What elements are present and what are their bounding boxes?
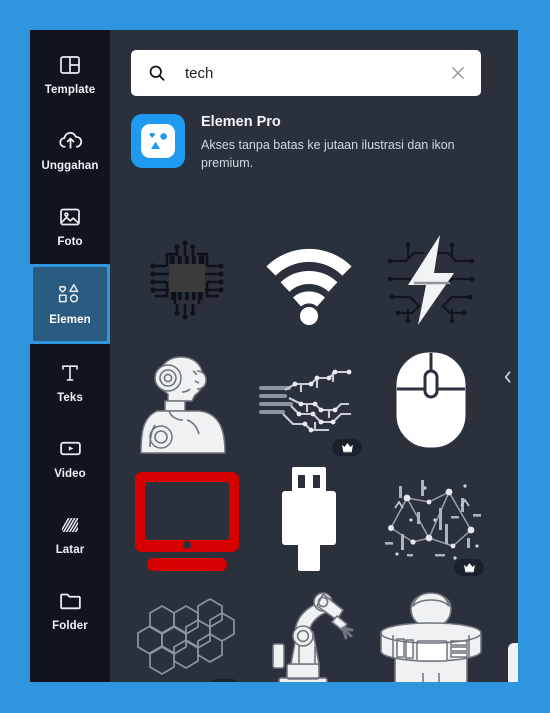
elements-grid xyxy=(120,220,518,682)
sidebar-item-folder[interactable]: Folder xyxy=(30,572,110,648)
sidebar-item-foto[interactable]: Foto xyxy=(30,188,110,264)
upload-cloud-icon xyxy=(57,128,83,154)
element-tile-operator-control-panel[interactable] xyxy=(372,580,490,682)
sidebar-item-label: Template xyxy=(44,83,96,96)
promo-title: Elemen Pro xyxy=(201,114,281,130)
sidebar-item-template[interactable]: Template xyxy=(30,36,110,112)
left-sidebar: Template Unggahan Foto Elemen Teks Video… xyxy=(30,30,110,682)
video-icon xyxy=(57,436,83,462)
element-tile-computer-mouse[interactable] xyxy=(372,340,490,460)
element-tile-red-monitor[interactable] xyxy=(128,460,246,580)
element-tile-network-constellation[interactable] xyxy=(372,460,490,580)
premium-badge xyxy=(332,439,362,456)
editor-panel: Template Unggahan Foto Elemen Teks Video… xyxy=(30,30,518,682)
background-hatch-icon xyxy=(57,512,83,538)
sidebar-item-label: Unggahan xyxy=(41,159,99,172)
sidebar-item-latar[interactable]: Latar xyxy=(30,496,110,572)
promo-description: Akses tanpa batas ke jutaan ilustrasi da… xyxy=(201,137,455,171)
sidebar-item-video[interactable]: Video xyxy=(30,420,110,496)
sidebar-item-label: Latar xyxy=(55,543,85,556)
template-icon xyxy=(57,52,83,78)
premium-badge xyxy=(210,679,240,682)
element-tile-hexagon-mesh[interactable] xyxy=(128,580,246,682)
element-tile-robotic-arm[interactable] xyxy=(250,580,368,682)
sidebar-item-label: Elemen xyxy=(49,313,91,326)
sidebar-item-elemen[interactable]: Elemen xyxy=(30,264,110,344)
search-icon xyxy=(147,63,167,83)
element-tile-circuit-chip[interactable] xyxy=(128,220,246,340)
collapse-panel-button[interactable] xyxy=(496,30,518,682)
chevron-left-icon xyxy=(503,370,513,384)
sidebar-item-label: Video xyxy=(54,467,86,480)
sidebar-item-teks[interactable]: Teks xyxy=(30,344,110,420)
element-tile-usb-connector[interactable] xyxy=(250,460,368,580)
sidebar-item-label: Teks xyxy=(57,391,83,404)
scroll-indicator xyxy=(508,643,518,682)
search-input[interactable] xyxy=(183,63,449,83)
element-tile-wifi-signal[interactable] xyxy=(250,220,368,340)
sidebar-item-label: Foto xyxy=(57,235,83,248)
folder-icon xyxy=(57,588,83,614)
premium-badge xyxy=(454,559,484,576)
search-bar[interactable] xyxy=(131,50,481,96)
elements-panel: Elemen Pro Akses tanpa batas ke jutaan i… xyxy=(110,30,518,682)
element-tile-robot-bust[interactable] xyxy=(128,340,246,460)
element-tile-circuit-traces[interactable] xyxy=(250,340,368,460)
close-icon[interactable] xyxy=(449,64,467,82)
elemen-pro-banner[interactable]: Elemen Pro Akses tanpa batas ke jutaan i… xyxy=(131,114,487,172)
photo-icon xyxy=(57,204,83,230)
element-tile-lightning-bolt-circuit[interactable] xyxy=(372,220,490,340)
sidebar-item-unggahan[interactable]: Unggahan xyxy=(30,112,110,188)
sidebar-item-label: Folder xyxy=(52,619,88,632)
elemen-pro-logo-icon xyxy=(131,114,185,168)
text-t-icon xyxy=(57,360,83,386)
shapes-icon xyxy=(57,282,83,308)
